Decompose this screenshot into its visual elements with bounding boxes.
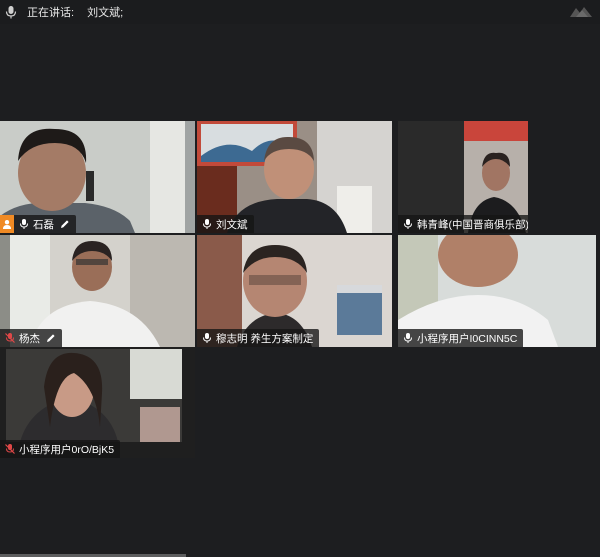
participant-label: 穆志明 养生方案制定 xyxy=(197,329,320,347)
speaking-label: 正在讲话: xyxy=(27,7,75,19)
microphone-icon xyxy=(203,219,211,229)
host-badge-icon xyxy=(0,215,14,233)
microphone-icon xyxy=(20,219,28,229)
video-tile-5[interactable]: 穆志明 养生方案制定 xyxy=(197,235,392,347)
microphone-muted-icon xyxy=(5,333,15,343)
top-bar: 正在讲话: 刘文斌; xyxy=(0,0,600,24)
video-tile-4[interactable]: 杨杰 xyxy=(0,235,195,347)
microphone-muted-icon xyxy=(5,444,15,454)
video-tile-6[interactable]: 小程序用户I0CINN5C xyxy=(398,235,596,347)
participant-name: 杨杰 xyxy=(19,332,40,345)
edit-pencil-icon[interactable] xyxy=(60,219,70,229)
microphone-icon xyxy=(5,6,17,19)
app-logo-icon xyxy=(570,7,592,17)
video-tile-7[interactable]: 小程序用户0rO/BjK5 xyxy=(0,347,195,458)
participant-name: 刘文斌 xyxy=(216,218,248,231)
speaker-name: 刘文斌; xyxy=(87,7,124,19)
participant-name: 穆志明 养生方案制定 xyxy=(216,332,314,345)
microphone-icon xyxy=(203,333,211,343)
video-tile-3[interactable]: 韩青峰(中国晋商俱乐部) xyxy=(398,121,528,233)
microphone-icon xyxy=(404,219,412,229)
participant-label: 韩青峰(中国晋商俱乐部) xyxy=(398,215,528,233)
participant-label: 小程序用户I0CINN5C xyxy=(398,329,524,347)
participant-name: 小程序用户I0CINN5C xyxy=(417,332,518,345)
participant-label: 小程序用户0rO/BjK5 xyxy=(0,440,121,458)
video-tile-1[interactable]: 石磊 xyxy=(0,121,195,233)
participant-name: 小程序用户0rO/BjK5 xyxy=(19,443,115,456)
participant-label: 石磊 xyxy=(0,215,76,233)
speaking-indicator: 正在讲话: 刘文斌; xyxy=(27,4,123,20)
microphone-icon xyxy=(404,333,412,343)
participant-label: 杨杰 xyxy=(0,329,62,347)
video-tile-2[interactable]: 刘文斌 xyxy=(197,121,392,233)
edit-pencil-icon[interactable] xyxy=(46,333,56,343)
participant-label: 刘文斌 xyxy=(197,215,254,233)
participant-name: 石磊 xyxy=(33,218,54,231)
participant-name: 韩青峰(中国晋商俱乐部) xyxy=(417,218,528,231)
